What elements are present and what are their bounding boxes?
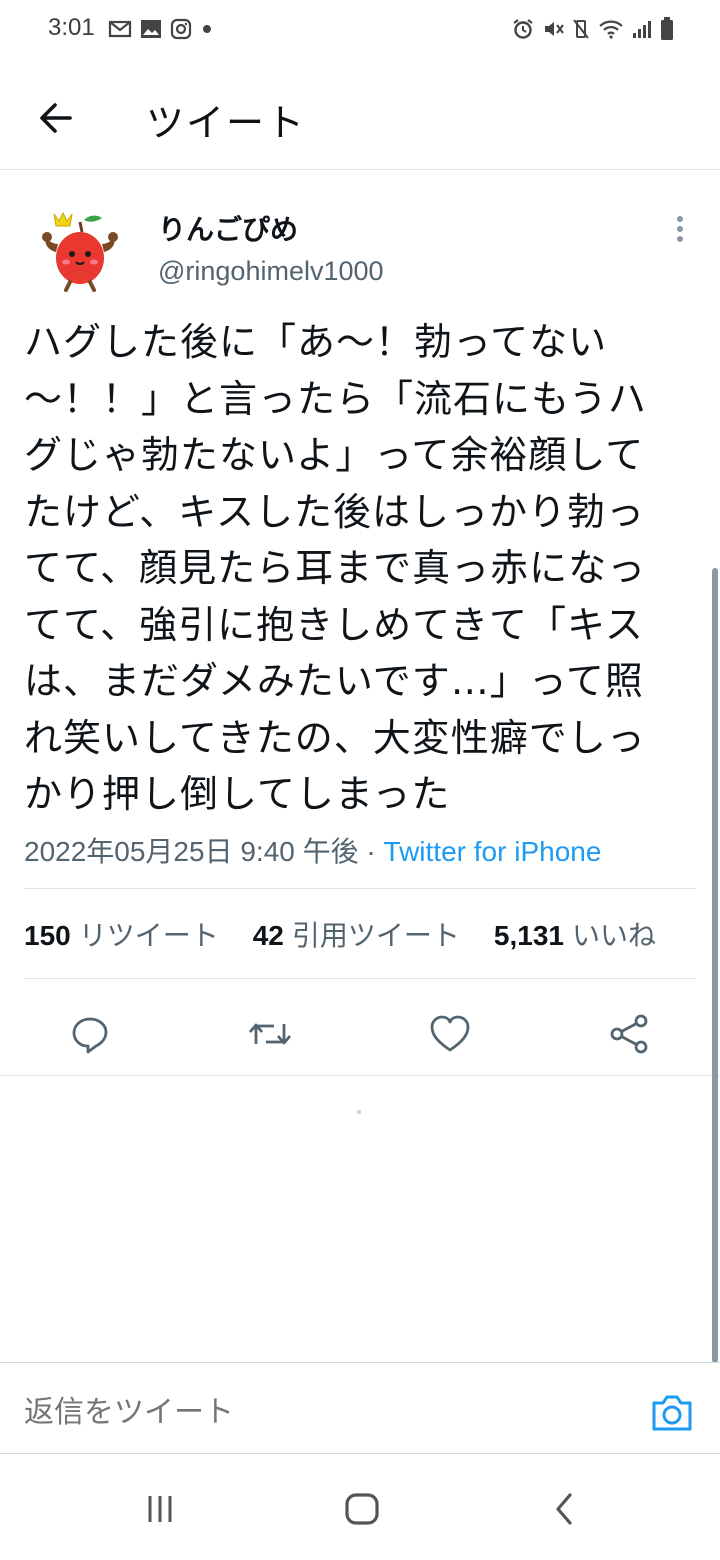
likes-count: 5,131 <box>493 920 564 951</box>
like-icon <box>430 1015 470 1052</box>
recent-apps-icon <box>148 1496 172 1522</box>
likes-stat[interactable]: 5,131 いいね <box>494 914 656 954</box>
reply-icon <box>72 1017 108 1054</box>
like-button[interactable] <box>420 1004 480 1064</box>
tweet-text: ハグした後に「あ〜！勃ってない 〜！！」と言ったら「流石にもうハ グじゃ勃たない… <box>24 320 647 816</box>
user-handle[interactable]: @ringohimelv1000 <box>158 256 384 287</box>
system-nav-bar <box>0 1455 720 1560</box>
more-vertical-icon <box>677 216 683 242</box>
instagram-icon <box>170 18 192 40</box>
alarm-icon <box>513 19 533 39</box>
status-right-icons <box>512 17 674 41</box>
mute-icon <box>545 22 564 36</box>
tweet-timestamp[interactable]: 2022年05月25日 9:40 午後 <box>24 836 359 867</box>
quotes-stat[interactable]: 42 引用ツイート <box>253 914 460 954</box>
avatar[interactable] <box>36 206 124 294</box>
back-button[interactable] <box>30 92 82 144</box>
status-time: 3:01 <box>48 14 95 41</box>
loading-indicator <box>357 1110 361 1114</box>
share-button[interactable] <box>600 1004 660 1064</box>
divider <box>0 1075 720 1076</box>
tweet-meta: 2022年05月25日 9:40 午後 · Twitter for iPhone <box>24 830 601 870</box>
home-button[interactable] <box>342 1491 382 1527</box>
signal-icon <box>633 21 651 38</box>
tweet-stats: 150 リツイート 42 引用ツイート 5,131 いいね <box>24 914 656 954</box>
retweets-stat[interactable]: 150 リツイート <box>24 914 219 954</box>
battery-icon <box>661 17 673 40</box>
share-icon <box>610 1014 648 1054</box>
tweet-actions <box>0 1000 720 1076</box>
top-app-bar: ツイート <box>0 62 720 170</box>
meta-separator: · <box>358 836 384 867</box>
more-options-button[interactable] <box>668 214 692 244</box>
tweet-source-link[interactable]: Twitter for iPhone <box>384 836 602 867</box>
system-back-button[interactable] <box>544 1491 584 1527</box>
reply-input[interactable] <box>24 1395 584 1430</box>
likes-label: いいね <box>571 919 656 952</box>
divider <box>24 978 696 979</box>
divider <box>24 888 696 889</box>
home-icon <box>345 1493 379 1525</box>
status-bar: 3:01 <box>0 0 720 62</box>
quotes-label: 引用ツイート <box>291 919 460 952</box>
apple-character-avatar-icon <box>42 211 118 292</box>
status-left-icons <box>108 18 214 40</box>
back-arrow-icon <box>40 103 72 133</box>
recent-apps-button[interactable] <box>140 1491 180 1527</box>
retweets-count: 150 <box>24 920 71 951</box>
wifi-icon <box>599 20 623 39</box>
camera-icon <box>652 1395 692 1431</box>
camera-button[interactable] <box>650 1393 694 1433</box>
retweets-label: リツイート <box>78 919 219 952</box>
dot-icon <box>203 25 211 33</box>
vibrate-off-icon <box>573 19 589 39</box>
scrollbar[interactable] <box>712 568 718 1363</box>
reply-button[interactable] <box>60 1004 120 1064</box>
retweet-button[interactable] <box>240 1004 300 1064</box>
quotes-count: 42 <box>252 920 284 951</box>
back-icon <box>556 1493 572 1525</box>
display-name[interactable]: りんごぴめ <box>158 208 298 248</box>
gmail-icon <box>108 20 132 38</box>
gallery-icon <box>141 20 161 38</box>
reply-composer <box>0 1362 720 1454</box>
retweet-icon <box>248 1023 292 1045</box>
page-title: ツイート <box>146 101 307 145</box>
